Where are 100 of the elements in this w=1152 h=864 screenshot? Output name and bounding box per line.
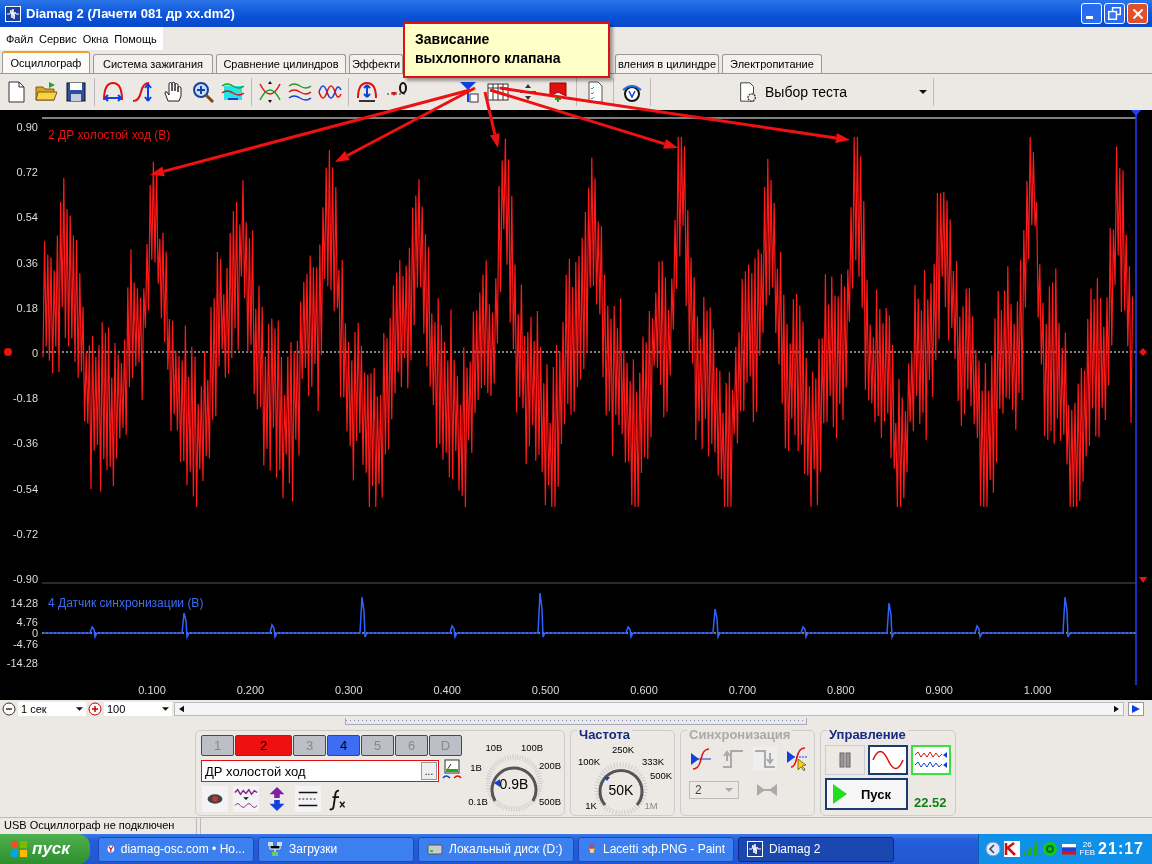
network-icon (267, 841, 283, 857)
scale-label: 333K (641, 756, 665, 767)
horizontal-scale-icon[interactable] (101, 80, 125, 104)
noise-wave-icon[interactable] (232, 786, 260, 812)
triple-waves-icon[interactable] (288, 80, 312, 104)
flag-icon[interactable] (546, 80, 570, 104)
taskbar-button[interactable]: Lacetti эф.PNG - Paint (578, 836, 734, 862)
app-icon (747, 841, 763, 857)
test-dropdown[interactable]: Выбор теста (737, 81, 927, 103)
channel-button[interactable]: 4 (327, 735, 360, 756)
axis-label: 0.900 (925, 684, 953, 696)
sine-wave-icon (872, 749, 904, 771)
menu-item[interactable]: Файл (6, 32, 34, 45)
window-title: Diamag 2 (Лачети 081 др xx.dm2) (26, 6, 236, 21)
tab[interactable]: Эффекти (349, 54, 403, 73)
menu-item[interactable]: Помощь (114, 32, 157, 45)
open-folder-icon[interactable] (34, 80, 58, 104)
scale-label: 250K (611, 744, 635, 755)
reading: 22.52 (914, 795, 947, 810)
panel-splitter[interactable] (345, 718, 807, 725)
restore-button[interactable] (1104, 3, 1125, 24)
axis-label: 1.000 (1023, 684, 1052, 696)
axis-label: 0 (31, 347, 38, 359)
scale-label: 100K (577, 756, 601, 767)
scale-label: 1В (470, 762, 482, 773)
axis-label: 0.600 (630, 684, 658, 696)
tab[interactable]: Электропитание (722, 54, 822, 73)
play-icon (833, 784, 847, 804)
timebase-dropdown[interactable]: 1 сек (18, 702, 86, 716)
tab[interactable]: вления в цилиндре (615, 54, 719, 73)
axis-label: 0.700 (728, 684, 757, 696)
tab[interactable]: Сравнение цилиндров (216, 54, 346, 73)
minimize-button[interactable] (1081, 3, 1102, 24)
axis-label: 0.72 (16, 166, 38, 179)
two-waves-icon (914, 749, 948, 771)
offset-marker[interactable] (4, 348, 12, 356)
drive-icon (427, 841, 443, 857)
taskbar-button[interactable]: Загрузки (258, 836, 414, 862)
axis-label: -0.72 (12, 527, 38, 540)
axis-label: 0.100 (138, 684, 166, 696)
samples-dropdown[interactable]: 100 (104, 702, 172, 716)
zoom-out-icon[interactable] (2, 702, 16, 716)
start-button[interactable]: Пуск (825, 778, 908, 810)
four-squares-icon (10, 840, 28, 858)
axis-label: 0.400 (433, 684, 461, 696)
vertical-scale-icon[interactable] (131, 80, 155, 104)
zoom-icon[interactable] (191, 80, 215, 104)
callout: Зависание выхлопного клапана (403, 22, 610, 78)
group-title: Частота (577, 727, 632, 742)
crossing-waves-icon[interactable] (258, 80, 282, 104)
taskbar-button[interactable]: diamag-osc.com • Но... (98, 836, 254, 862)
flag-icon[interactable] (1060, 841, 1077, 857)
taskbar-button[interactable]: Diamag 2 (738, 836, 894, 862)
channel-button[interactable]: 2 (235, 735, 292, 756)
scroll-right-icon[interactable] (1114, 705, 1119, 713)
collapse-icon[interactable] (984, 841, 1001, 857)
axis-label: -14.28 (6, 657, 38, 669)
scale-label: 0.1В (468, 796, 488, 807)
horizontal-scrollbar[interactable] (174, 702, 1124, 716)
play-button[interactable] (1128, 702, 1144, 716)
zoom-in-icon[interactable] (88, 702, 102, 716)
level-marker[interactable] (1139, 348, 1147, 356)
caret-icon (725, 788, 733, 792)
antivirus-icon[interactable] (1003, 841, 1020, 857)
menu-item[interactable]: Сервис (39, 32, 77, 45)
save-icon[interactable] (64, 80, 88, 104)
axis-label: -0.18 (12, 392, 38, 405)
lines-icon[interactable] (294, 786, 322, 812)
axis-label: 0.90 (16, 121, 38, 133)
caret-icon (162, 707, 169, 711)
browse-button[interactable]: ... (421, 762, 437, 780)
axis-label: 0 (31, 627, 38, 639)
eye-icon[interactable] (201, 786, 229, 812)
date-day: 26 (1082, 841, 1092, 849)
minimize-icon (1086, 16, 1093, 19)
menu-item[interactable]: Окна (82, 32, 109, 45)
hand-icon[interactable] (161, 80, 185, 104)
date-month: FEB (1079, 849, 1096, 857)
tab[interactable]: Осциллограф (2, 51, 90, 73)
cursor-marker[interactable] (1131, 110, 1141, 116)
tab[interactable]: Система зажигания (93, 54, 213, 73)
sine-mode-button[interactable] (868, 745, 908, 775)
paint-icon (587, 841, 597, 857)
caret-icon (76, 707, 83, 711)
frequency-value: 50K (608, 782, 634, 798)
close-icon (1132, 8, 1143, 19)
group-title: Управление (827, 727, 908, 742)
taskbar-button[interactable]: Локальный диск (D:) (418, 836, 574, 862)
voltage-value: 0.9В (499, 776, 529, 792)
multi-mode-button[interactable] (911, 745, 951, 775)
scale-label: 10В (485, 742, 503, 753)
close-button[interactable] (1127, 3, 1148, 24)
scroll-left-icon[interactable] (179, 705, 184, 713)
axis-label: 0.500 (531, 684, 560, 696)
scale-label: 500K (649, 770, 673, 781)
axis-label: -0.54 (12, 482, 38, 495)
auto-scale-icon[interactable] (355, 80, 379, 104)
level-marker[interactable] (1139, 577, 1147, 583)
axis-label: 0.300 (335, 684, 363, 696)
group-title: Синхронизация (687, 727, 793, 742)
